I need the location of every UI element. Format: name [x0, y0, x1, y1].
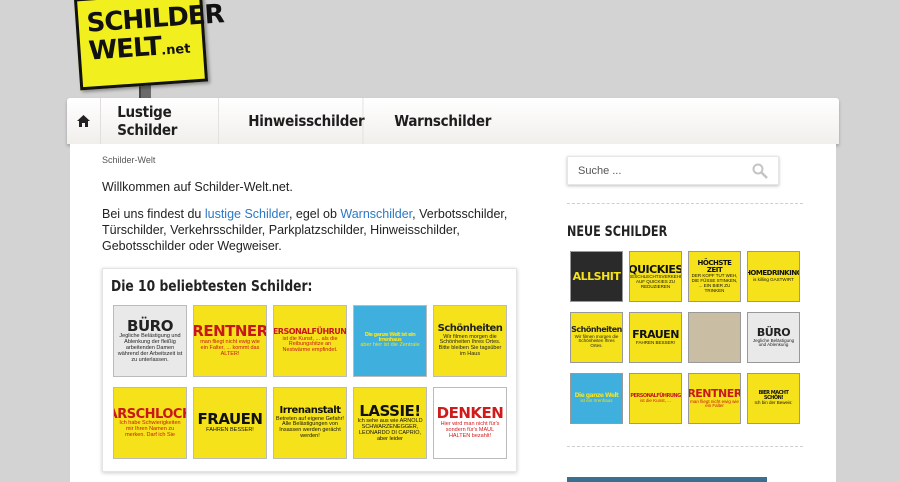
sidebar-thumb-text: Jegliche Belästigung und Ablenkung [752, 337, 795, 348]
search-box [567, 156, 779, 185]
logo-line2-text: WELT [87, 31, 163, 67]
top10-thumb-text: aber hier ist die Zentrale [360, 342, 420, 349]
top10-thumb-text: Hier wird man nicht für's sondern für's … [440, 421, 500, 439]
top10-grid: BÜRO Jegliche Belästigung und Ablenkung d… [113, 305, 507, 459]
top10-box: Die 10 beliebtesten Schilder: BÜRO Jeglic… [102, 268, 517, 472]
top10-thumb[interactable]: ARSCHLOCHIch habe Schwierigkeiten mir Ih… [113, 387, 187, 459]
sidebar-thumb[interactable]: RENTNER man fliegt nicht ewig wie ein Fal… [688, 373, 741, 424]
intro-paragraph: Bei uns findest du lustige Schilder, ege… [102, 206, 522, 254]
sidebar-thumb-title: ALLSHIT [572, 269, 621, 283]
nav-item-hinweisschilder[interactable]: Hinweisschilder [232, 98, 365, 144]
sidebar-thumb-text: Ich bin der Beweis: [754, 400, 793, 406]
top10-thumb-title: DENKEN [436, 404, 504, 423]
top10-thumb-title: LASSIE! [359, 401, 421, 420]
search-input[interactable] [578, 164, 738, 177]
link-warnschilder[interactable]: Warnschilder [340, 207, 412, 221]
sidebar-thumb-text: DER KOPF TUT WEH, DIE FÜSSE STINKEN, ...… [691, 273, 738, 293]
magnifier-icon[interactable] [752, 163, 768, 179]
breadcrumb[interactable]: Schilder-Welt [102, 155, 155, 165]
intro-text-2: , egel ob [288, 207, 341, 221]
sidebar-thumb[interactable] [688, 312, 741, 363]
logo-tld: .net [160, 41, 191, 59]
sidebar-divider-2 [567, 446, 803, 447]
link-lustige-schilder[interactable]: lustige Schilder [205, 207, 289, 221]
main-nav: Lustige Schilder Hinweisschilder Warnsch… [67, 98, 839, 144]
sidebar-thumb-text: ist die Kunst, ... [640, 397, 671, 403]
top10-thumb[interactable]: Die ganze Welt ist ein Irrenhaus aber hie… [353, 305, 427, 377]
top10-thumb-title: FRAUEN [197, 410, 263, 429]
sidebar-thumb-text: man fliegt nicht ewig wie ein Falter [690, 398, 739, 409]
sidebar-thumb-text: is killing GASTWIRT [753, 276, 794, 282]
sidebar-thumb[interactable]: HÖCHSTE ZEIT DER KOPF TUT WEH, DIE FÜSSE … [688, 251, 741, 302]
sidebar-thumb-text: FAHREN BESSER! [635, 339, 675, 345]
site-logo[interactable]: SCHILDER WELT.net [73, 0, 225, 100]
nav-item-lustige-schilder[interactable]: Lustige Schilder [101, 98, 219, 144]
top10-thumb[interactable]: DENKEN Hier wird man nicht für's sondern … [433, 387, 507, 459]
top10-thumb-text: man fliegt nicht ewig wie ein Falter, ..… [200, 339, 260, 357]
top10-thumb-text: FAHREN BESSER! [206, 426, 254, 433]
sidebar-thumb[interactable]: BÜRO Jegliche Belästigung und Ablenkung [747, 312, 800, 363]
top10-thumb-text: Wir filmen morgen die Schönheiten Ihres … [438, 333, 502, 358]
sidebar-thumb-title: BÜRO [756, 326, 791, 339]
top10-thumb-text: Betreten auf eigene Gefahr! Alle Belästi… [276, 415, 344, 440]
logo-sign: SCHILDER WELT.net [73, 0, 225, 91]
sidebar-thumb-text: ist ein Irrenhaus [580, 398, 613, 404]
top10-thumb-title: ARSCHLOCH [114, 406, 186, 422]
sidebar-thumb-text: GESCHLECHTSVERKEHR AUF QUICKIES ZU REDUZ… [629, 274, 682, 289]
sidebar-divider [567, 203, 803, 204]
sidebar-thumb-title: HÖCHSTE ZEIT [697, 258, 732, 275]
top10-thumb-title: BÜRO [127, 316, 173, 335]
top10-thumb[interactable]: PERSONALFÜHRUNGist die Kunst, ... als di… [273, 305, 347, 377]
nav-item-warnschilder[interactable]: Warnschilder [378, 98, 491, 144]
sidebar-widget-bar [567, 477, 767, 482]
sidebar-thumb[interactable]: HOMEDRINKING is killing GASTWIRT [747, 251, 800, 302]
top10-thumb[interactable]: FRAUEN FAHREN BESSER! [193, 387, 267, 459]
top10-thumb-text: ist die Kunst, ... als die Reibungshitze… [282, 335, 338, 354]
top10-thumb-text: Jegliche Belästigung und Ablenkung der f… [117, 333, 183, 363]
top10-thumb[interactable]: BÜRO Jegliche Belästigung und Ablenkung d… [113, 305, 187, 377]
sidebar-thumb-text: Wir filmen morgen die Schönheiten Ihres … [574, 333, 619, 349]
sidebar-thumb[interactable]: Die ganze Welt ist ein Irrenhaus [570, 373, 623, 424]
top10-thumb[interactable]: Irrenanstalt Betreten auf eigene Gefahr! … [273, 387, 347, 459]
top10-thumb-title: RENTNER [193, 322, 267, 341]
top10-thumb[interactable]: RENTNER man fliegt nicht ewig wie ein Fal… [193, 305, 267, 377]
top10-thumb-text: Ich habe Schwierigkeiten mir Ihren Namen… [119, 420, 181, 438]
top10-thumb[interactable]: Schönheiten Wir filmen morgen die Schönhe… [433, 305, 507, 377]
nav-home[interactable] [67, 98, 101, 144]
sidebar-grid: ALLSHIT QUICKIES GESCHLECHTSVERKEHR AUF QU… [570, 251, 800, 424]
sidebar-thumb-title: RENTNER [688, 387, 741, 400]
sidebar-thumb[interactable]: QUICKIES GESCHLECHTSVERKEHR AUF QUICKIES … [629, 251, 682, 302]
top10-thumb-text: Ich sehe aus wie ARNOLD SCHWARZENEGGER, … [357, 418, 423, 442]
welcome-text: Willkommen auf Schilder-Welt.net. [102, 180, 293, 194]
sidebar-title: NEUE SCHILDER [567, 224, 668, 240]
sidebar-thumb[interactable]: ALLSHIT [570, 251, 623, 302]
top10-thumb[interactable]: LASSIE! Ich sehe aus wie ARNOLD SCHWARZEN… [353, 387, 427, 459]
intro-text-1: Bei uns findest du [102, 207, 205, 221]
sidebar-thumb[interactable]: PERSONALFÜHRUNG ist die Kunst, ... [629, 373, 682, 424]
sidebar-thumb[interactable]: Schönheiten Wir filmen morgen die Schönhe… [570, 312, 623, 363]
sidebar-thumb[interactable]: FRAUEN FAHREN BESSER! [629, 312, 682, 363]
sidebar-thumb[interactable]: BIER MACHT SCHÖN! Ich bin der Beweis: [747, 373, 800, 424]
top10-title: Die 10 beliebtesten Schilder: [111, 277, 313, 295]
logo-line2: WELT.net [87, 31, 198, 67]
home-icon [77, 115, 90, 127]
